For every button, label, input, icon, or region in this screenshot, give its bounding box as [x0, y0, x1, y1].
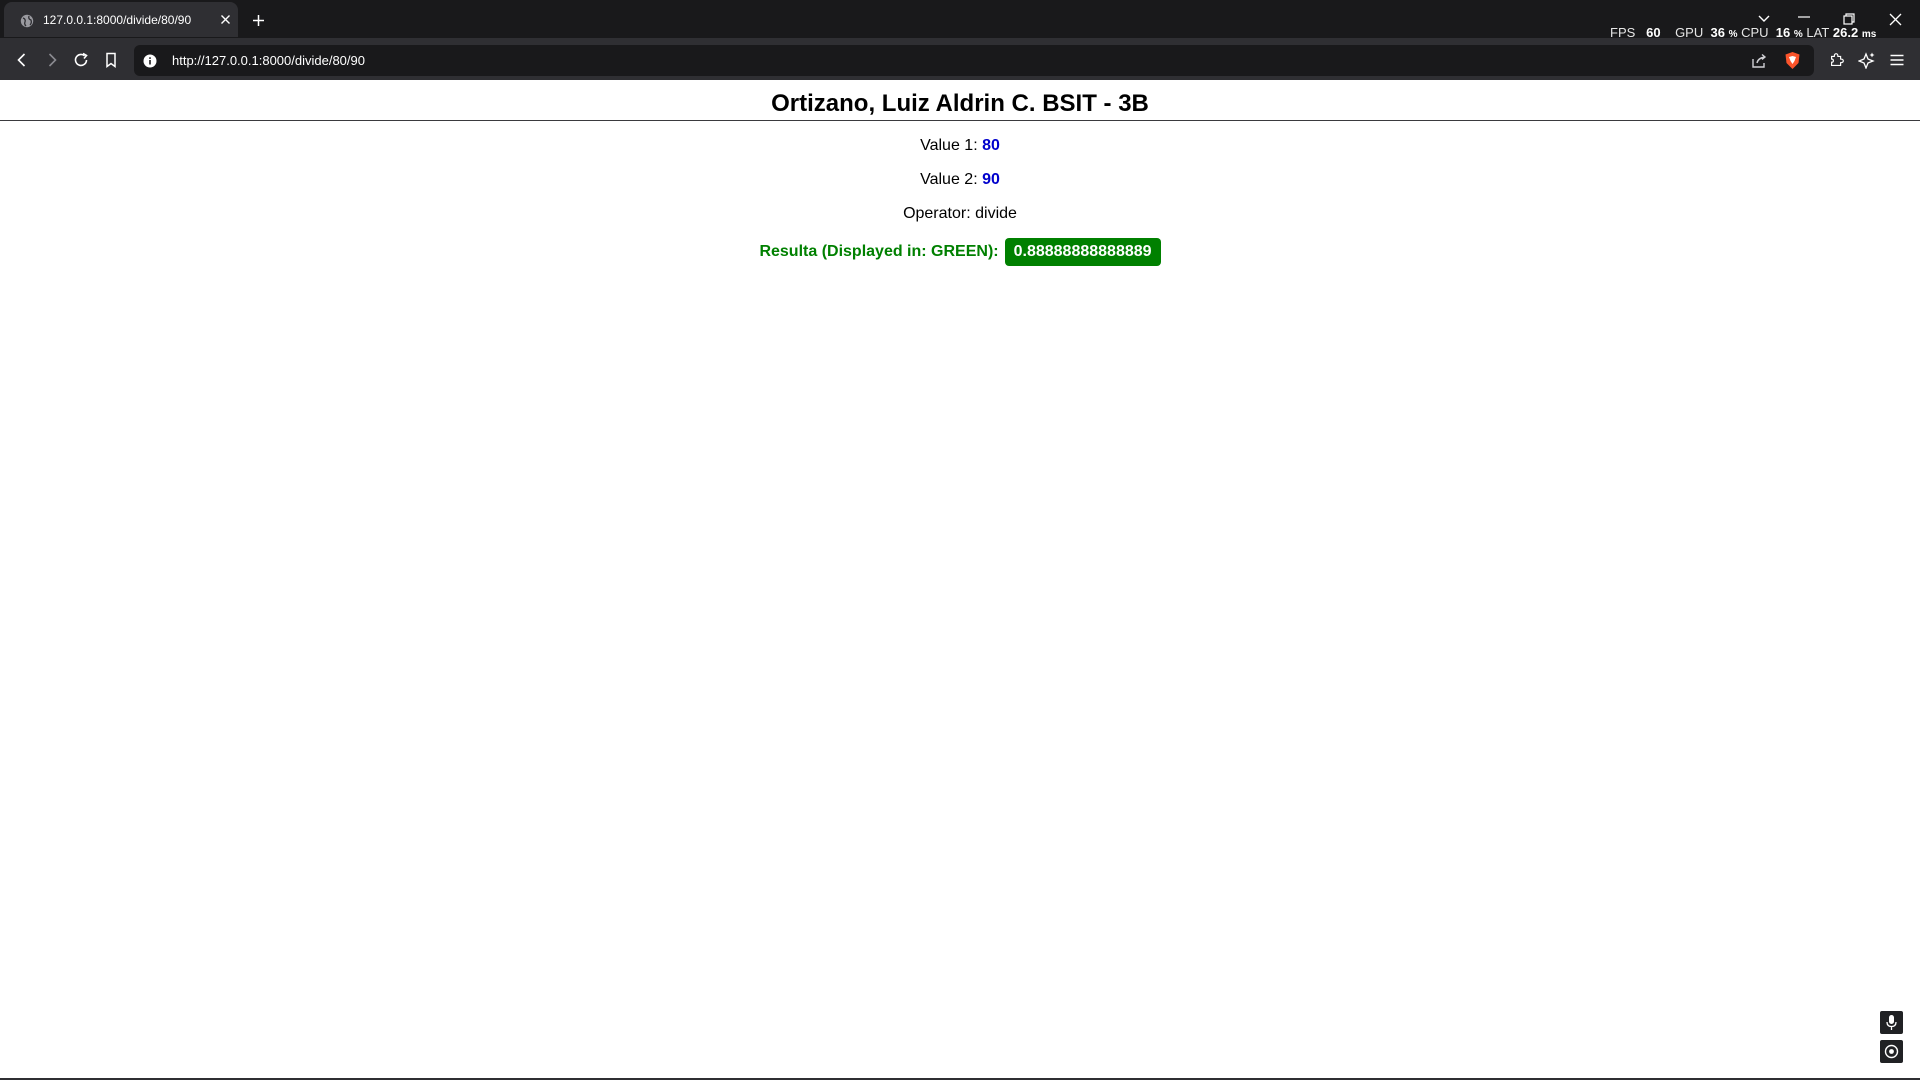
- browser-tab[interactable]: 127.0.0.1:8000/divide/80/90: [4, 2, 238, 37]
- value2-label: Value 2:: [920, 171, 978, 188]
- operator-row: Operator: divide: [0, 205, 1920, 223]
- tab-title: 127.0.0.1:8000/divide/80/90: [43, 13, 192, 27]
- value2-row: Value 2: 90: [0, 171, 1920, 189]
- url-text[interactable]: http://127.0.0.1:8000/divide/80/90: [172, 53, 365, 68]
- mic-button[interactable]: [1880, 1011, 1903, 1034]
- window-close-icon[interactable]: [1889, 13, 1902, 26]
- target-button[interactable]: [1880, 1040, 1903, 1063]
- operator-label: Operator:: [903, 205, 971, 222]
- value1: 80: [982, 137, 1000, 154]
- menu-icon[interactable]: [1888, 51, 1906, 69]
- page-content: Ortizano, Luiz Aldrin C. BSIT - 3B Value…: [0, 80, 1920, 1078]
- target-icon: [1884, 1044, 1899, 1059]
- reload-icon[interactable]: [72, 51, 90, 69]
- globe-icon: [20, 14, 34, 28]
- back-icon[interactable]: [13, 51, 31, 69]
- forward-icon[interactable]: [43, 51, 61, 69]
- plus-icon[interactable]: [250, 12, 267, 29]
- result-badge: 0.88888888888889: [1004, 238, 1161, 266]
- bookmark-icon[interactable]: [102, 51, 120, 69]
- tab-strip: 127.0.0.1:8000/divide/80/90 FPS 60 GPU 3…: [0, 0, 1920, 41]
- operator-value: divide: [975, 205, 1017, 222]
- page-title: Ortizano, Luiz Aldrin C. BSIT - 3B: [771, 90, 1149, 117]
- close-icon[interactable]: [219, 13, 232, 26]
- mic-icon: [1886, 1015, 1897, 1030]
- minimize-icon[interactable]: [1797, 13, 1811, 21]
- restore-icon[interactable]: [1843, 13, 1855, 25]
- chevron-down-icon[interactable]: [1757, 14, 1771, 24]
- share-icon[interactable]: [1750, 52, 1768, 70]
- info-icon[interactable]: [143, 54, 157, 68]
- result-label: Resulta (Displayed in: GREEN):: [759, 243, 999, 260]
- extensions-icon[interactable]: [1828, 51, 1846, 69]
- value2: 90: [982, 171, 1000, 188]
- value1-row: Value 1: 80: [0, 137, 1920, 155]
- address-bar[interactable]: http://127.0.0.1:8000/divide/80/90: [134, 45, 1814, 76]
- leo-ai-icon[interactable]: [1858, 51, 1876, 69]
- browser-toolbar: http://127.0.0.1:8000/divide/80/90: [0, 41, 1920, 121]
- value1-label: Value 1:: [920, 137, 978, 154]
- result-row: Resulta (Displayed in: GREEN): 0.8888888…: [0, 238, 1920, 266]
- brave-shield-icon[interactable]: [1784, 51, 1801, 70]
